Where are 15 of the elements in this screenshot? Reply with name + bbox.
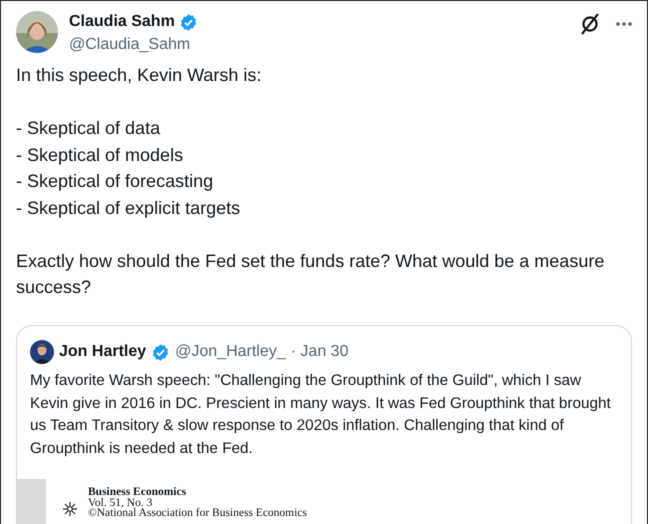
quoted-author-handle[interactable]: @Jon_Hartley_ (175, 343, 286, 361)
list-item: - Skeptical of models (16, 144, 184, 167)
list-item: - Skeptical of explicit targets (16, 196, 242, 220)
quoted-author-name[interactable]: Jon Hartley (59, 342, 146, 362)
quoted-tweet-text: My favorite Warsh speech: "Challenging the Groupthink of the Guild", which I saw Kevin give in 2016 in DC. Prescient in many ways. It was Fed Groupthink that brought us Team Transitory & slow response to 2020s inflation. Challenging that kind of Groupthink is needed at the Fed. (29, 371, 612, 458)
tweet-text: Exactly how should the Fed set the funds rate? What would be a measure success? (16, 250, 606, 299)
author-name[interactable]: Claudia Sahm (69, 12, 175, 32)
list-item: - Skeptical of data (16, 117, 162, 140)
post-date[interactable]: · Jan 30 (290, 343, 348, 361)
tweet-text: In this speech, Kevin Warsh is: (16, 64, 262, 87)
journal-volume: Vol. 51, No. 3 (88, 498, 152, 508)
author-handle[interactable]: @Claudia_Sahm (69, 35, 569, 55)
journal-copyright: ©National Association for Business Economics (88, 508, 307, 518)
list-item: - Skeptical of forecasting (16, 170, 214, 193)
journal-title: Business Economics (88, 487, 188, 498)
